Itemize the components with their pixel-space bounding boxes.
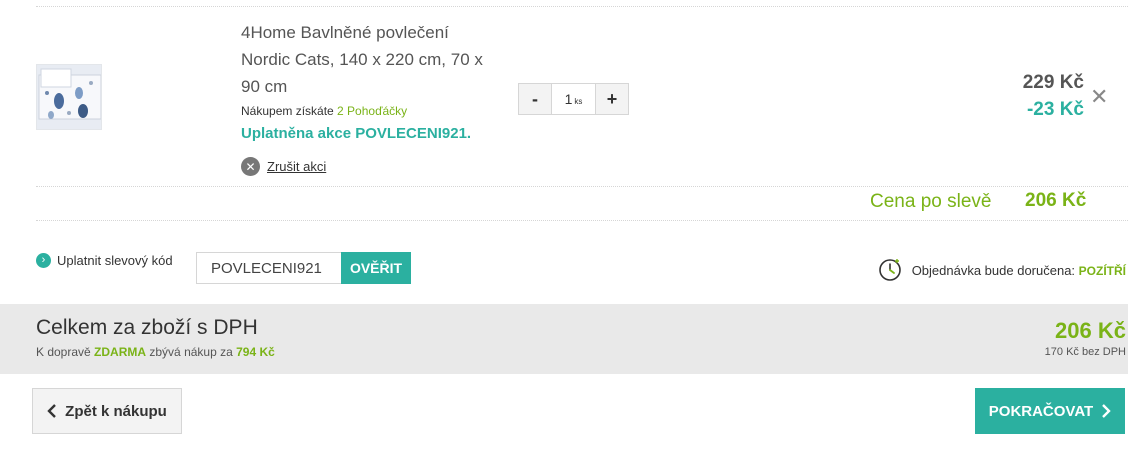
- item-divider: [36, 186, 1128, 187]
- back-to-shop-button[interactable]: Zpět k nákupu: [32, 388, 182, 434]
- continue-label[interactable]: POKRAČOVAT: [989, 403, 1093, 420]
- quantity-decrease-button[interactable]: -: [519, 84, 551, 114]
- chevron-right-icon: [1102, 404, 1111, 418]
- free-shipping-text: K dopravě ZDARMA zbývá nákup za 794 Kč: [36, 345, 275, 359]
- price-after-discount-label: Cena po slevě: [870, 191, 992, 212]
- bonus-points-text: Nákupem získáte 2 Pohoďáčky: [241, 104, 407, 118]
- shipping-prefix: K dopravě: [36, 345, 95, 359]
- quantity-unit: ks: [574, 96, 583, 106]
- product-name[interactable]: 4Home Bavlněné povlečení Nordic Cats, 14…: [241, 19, 491, 100]
- bonus-prefix: Nákupem získáte: [241, 104, 338, 118]
- quantity-stepper: - 1 ks +: [518, 83, 629, 115]
- clock-icon: [878, 258, 902, 282]
- cancel-promo-label[interactable]: Zrušit akci: [267, 159, 326, 174]
- quantity-increase-button[interactable]: +: [596, 84, 628, 114]
- total-sum: 206 Kč: [1055, 318, 1126, 343]
- price-after-discount-value: 206 Kč: [1025, 190, 1087, 211]
- close-icon[interactable]: ✕: [1090, 86, 1108, 108]
- item-discount: -23 Kč: [1026, 99, 1084, 120]
- quantity-value[interactable]: 1: [565, 91, 573, 107]
- shipping-middle: zbývá nákup za: [146, 345, 237, 359]
- cancel-promo-link[interactable]: ✕ Zrušit akci: [241, 157, 326, 176]
- continue-button[interactable]: POKRAČOVAT: [975, 388, 1125, 434]
- item-price: 229 Kč: [1022, 72, 1084, 93]
- verify-coupon-button[interactable]: OVĚŘIT: [341, 252, 411, 284]
- top-divider: [36, 6, 1128, 7]
- close-circle-icon[interactable]: ✕: [241, 157, 260, 176]
- chevron-right-circle-icon: ›: [36, 253, 51, 268]
- coupon-label[interactable]: Uplatnit slevový kód: [57, 253, 173, 268]
- bonus-value[interactable]: 2 Pohoďáčky: [337, 104, 407, 118]
- total-title: Celkem za zboží s DPH: [36, 316, 258, 339]
- summary-divider: [36, 220, 1128, 221]
- coupon-code-input[interactable]: [196, 252, 342, 284]
- delivery-label: Objednávka bude doručena:: [911, 262, 1079, 278]
- shipping-free: ZDARMA: [94, 345, 147, 359]
- total-without-vat: 170 Kč bez DPH: [1044, 346, 1126, 358]
- quantity-field[interactable]: 1 ks: [551, 84, 596, 114]
- total-summary-bar: Celkem za zboží s DPH K dopravě ZDARMA z…: [0, 304, 1128, 374]
- chevron-left-icon: [47, 404, 57, 418]
- delivery-info: Objednávka bude doručena: POZÍTŘÍ: [878, 258, 1126, 282]
- shipping-remaining: 794 Kč: [236, 345, 275, 359]
- product-image[interactable]: [36, 64, 102, 130]
- applied-promo-text: Uplatněna akce POVLECENI921.: [241, 125, 472, 142]
- coupon-toggle[interactable]: › Uplatnit slevový kód: [36, 253, 173, 268]
- back-label[interactable]: Zpět k nákupu: [65, 403, 167, 420]
- delivery-value: POZÍTŘÍ: [1078, 263, 1126, 278]
